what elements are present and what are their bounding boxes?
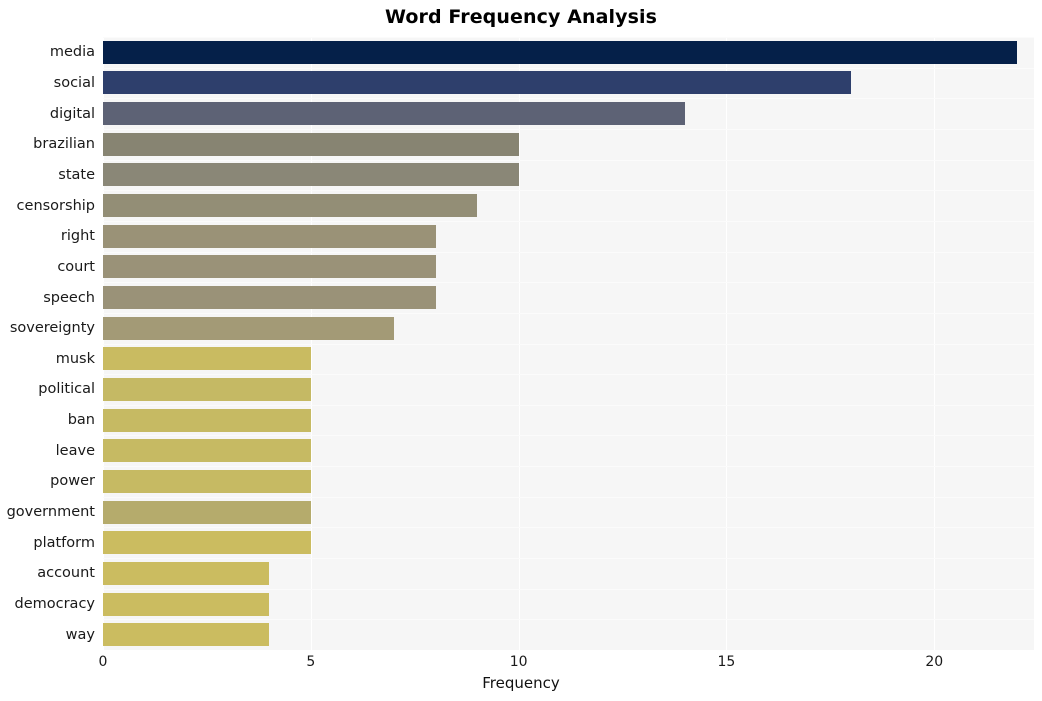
y-tick-label: social xyxy=(53,74,95,91)
bar xyxy=(103,500,311,524)
y-tick-label: power xyxy=(50,473,95,490)
y-tick-label: leave xyxy=(55,442,95,459)
y-tick-label: musk xyxy=(55,350,95,367)
x-tick-label: 10 xyxy=(509,654,528,670)
y-tick-label: platform xyxy=(33,534,95,551)
bar xyxy=(103,132,519,156)
y-tick-label: sovereignty xyxy=(9,320,95,337)
bar xyxy=(103,347,311,371)
y-tick-label: media xyxy=(49,44,95,61)
y-tick-label: brazilian xyxy=(33,136,95,153)
bar xyxy=(103,531,311,555)
bar xyxy=(103,469,311,493)
bar xyxy=(103,224,436,248)
y-tick-label: account xyxy=(37,565,95,582)
y-axis-tick-labels: media social digital brazilian state censorsh… xyxy=(0,37,95,650)
x-axis-title: Frequency xyxy=(482,674,560,692)
bar xyxy=(103,377,311,401)
y-tick-label: democracy xyxy=(14,596,96,613)
bar xyxy=(103,71,852,95)
y-tick-label: censorship xyxy=(16,197,95,214)
y-tick-label: speech xyxy=(43,289,95,306)
bar-series xyxy=(103,37,1034,650)
x-tick-label: 0 xyxy=(98,654,108,670)
y-tick-label: government xyxy=(6,504,95,521)
bar xyxy=(103,408,311,432)
y-tick-label: court xyxy=(57,258,95,275)
bar xyxy=(103,40,1018,64)
bar xyxy=(103,194,478,218)
y-tick-label: right xyxy=(60,228,95,245)
bar xyxy=(103,163,519,187)
y-tick-label: state xyxy=(58,166,95,183)
bar xyxy=(103,286,436,310)
plot-area xyxy=(103,37,1034,650)
chart-figure: Word Frequency Analysis media social digit… xyxy=(0,0,1042,701)
x-tick-label: 15 xyxy=(717,654,736,670)
bar xyxy=(103,561,270,585)
bar xyxy=(103,316,394,340)
bar xyxy=(103,102,685,126)
bar xyxy=(103,255,436,279)
bar xyxy=(103,439,311,463)
y-tick-label: digital xyxy=(49,105,95,122)
y-tick-label: way xyxy=(65,626,95,643)
chart-title: Word Frequency Analysis xyxy=(384,6,658,28)
bar xyxy=(103,592,270,616)
bar xyxy=(103,623,270,647)
x-tick-label: 20 xyxy=(925,654,944,670)
x-tick-label: 5 xyxy=(306,654,316,670)
y-tick-label: ban xyxy=(67,412,95,429)
y-tick-label: political xyxy=(38,381,95,398)
